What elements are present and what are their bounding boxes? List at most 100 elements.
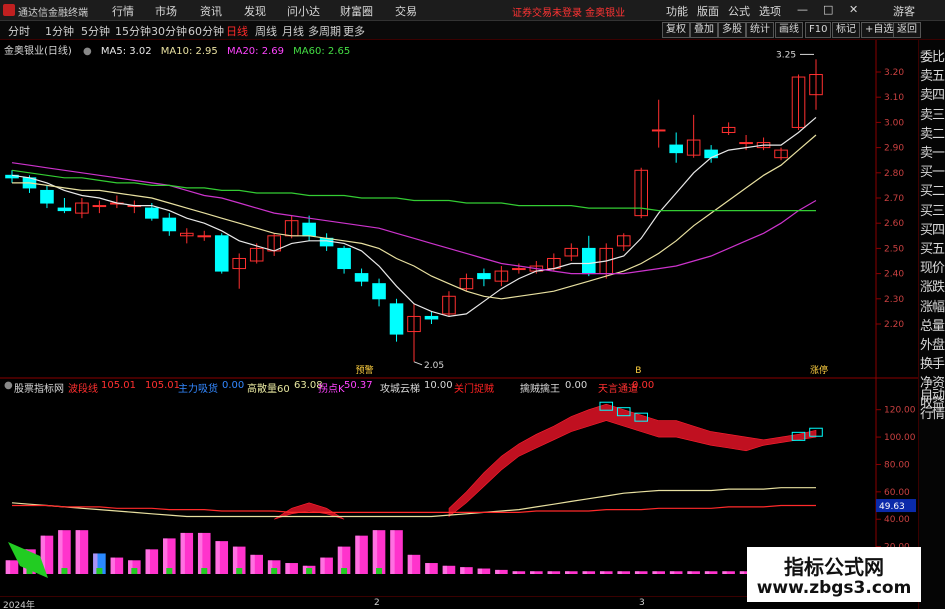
sidebar-item-4[interactable]: 卖二 [920, 123, 945, 142]
candle-body [354, 273, 369, 282]
volume-bar-highlight [582, 571, 587, 574]
candle-body [57, 207, 72, 212]
signal-marker: B [635, 366, 641, 376]
green-signal-block [131, 568, 138, 574]
volume-bar-highlight [215, 541, 220, 574]
candle-body [389, 303, 404, 335]
price-tick-label: 2.70 [884, 194, 904, 204]
indicator-wave-value: 105.01 [101, 380, 136, 391]
sidebar-item-11[interactable]: 现价 [920, 257, 945, 276]
indicator-settings-icon[interactable]: ● [4, 380, 13, 391]
price-tick-label: 2.40 [884, 270, 904, 280]
sidebar-item-10[interactable]: 买五 [920, 238, 945, 257]
price-axis: 3.20 3.10 3.00 2.90 2.80 2.70 2.60 2.50 2.40 2.30… [876, 68, 904, 330]
volume-bar-highlight [565, 571, 570, 574]
indicator-tick-label: 120.00 [884, 406, 916, 416]
volume-bar-highlight [460, 567, 465, 574]
indicator-capture-value: 0.00 [565, 380, 588, 391]
price-tick-label: 2.20 [884, 320, 904, 330]
sidebar-item-15[interactable]: 外盘 [920, 334, 945, 353]
volume-bar-highlight [652, 571, 657, 574]
volume-bar-highlight [197, 532, 203, 574]
candle-body [424, 315, 439, 320]
indicator-series [5, 401, 823, 578]
price-tick-label: 3.20 [884, 68, 904, 78]
candle-body [669, 144, 683, 154]
date-label-feb: 2 [374, 598, 380, 608]
green-signal-block [26, 568, 33, 574]
indicator-wave-value-2: 105.01 [145, 380, 180, 391]
date-label-year: 2024年 [3, 601, 35, 609]
moving-average-lines [11, 116, 817, 318]
volume-bar-highlight [250, 554, 255, 574]
volume-bar-highlight [495, 569, 500, 574]
volume-bar-highlight [617, 571, 622, 574]
price-annotations: 3.25 2.05 预警 B 涨停 [356, 50, 828, 376]
volume-bar-highlight [355, 535, 360, 574]
volume-bar-highlight [58, 530, 63, 574]
indicator-value-badge-text: 49.63 [879, 502, 905, 512]
volume-bar-highlight [407, 554, 413, 574]
signal-marker: 涨停 [810, 364, 828, 376]
price-tick-label: 2.30 [884, 295, 904, 305]
low-price-label: 2.05 [424, 361, 444, 371]
candle-body [651, 129, 666, 132]
indicator-absorb-value: 0.00 [222, 380, 245, 391]
price-tick-label: 2.60 [884, 219, 904, 229]
sidebar-item-6[interactable]: 买一 [920, 161, 945, 180]
volume-bar-highlight [285, 563, 290, 574]
ma-line-2 [11, 162, 817, 275]
ma-line-3 [11, 169, 816, 212]
volume-bar-highlight [634, 571, 640, 574]
green-signal-block [306, 568, 313, 574]
volume-bar-highlight [704, 571, 710, 574]
sidebar-item-16[interactable]: 换手 [920, 353, 945, 372]
candle-body [162, 217, 177, 232]
volume-bar-highlight [547, 571, 552, 574]
sidebar-item-9[interactable]: 买四 [920, 219, 945, 238]
green-signal-block [376, 568, 383, 574]
watermark-url: www.zbgs3.com [756, 578, 912, 598]
green-signal-block [61, 568, 68, 574]
indicator-line-1 [12, 504, 816, 514]
indicator-ladder-label: 攻城云梯 [380, 384, 420, 395]
indicator-capture-label: 擒贼擒王 [520, 384, 560, 395]
volume-bar-highlight [687, 571, 692, 574]
volume-bar-highlight [530, 571, 535, 574]
candle-body [477, 273, 491, 280]
indicator-name: 股票指标网 [14, 384, 64, 395]
volume-bar-highlight [512, 571, 517, 574]
sidebar-item-20[interactable]: 行情 [920, 403, 945, 422]
indicator-close-door-label: 关门捉贼 [454, 384, 494, 395]
chart-canvas[interactable]: 3.20 3.10 3.00 2.90 2.80 2.70 2.60 2.50 2.40 2.30… [0, 0, 918, 596]
sidebar-item-13[interactable]: 涨幅 [920, 296, 945, 315]
volume-bar-highlight [425, 563, 430, 574]
sidebar-item-0[interactable]: 委比 [920, 46, 945, 65]
sidebar-item-2[interactable]: 卖四 [920, 84, 945, 103]
candle-body [197, 235, 212, 238]
ma-line-1 [12, 134, 817, 300]
price-tick-label: 3.00 [884, 118, 904, 128]
candle-body [512, 268, 526, 271]
volume-bar-highlight [442, 565, 448, 574]
candle-body [214, 235, 229, 272]
quote-sidebar: 委比 卖五 卖四 卖三 卖二 卖一 买一 买二 买三 买四 买五 现价 涨跌 涨幅 总量 外盘 换手 净资 收益 自动… [918, 40, 945, 609]
candle-body [145, 207, 159, 219]
green-signal-block [341, 568, 348, 574]
sidebar-item-14[interactable]: 总量 [920, 315, 945, 334]
sidebar-item-3[interactable]: 卖三 [920, 104, 945, 123]
volume-bar-highlight [180, 532, 185, 574]
sidebar-item-1[interactable]: 卖五 [920, 65, 945, 84]
indicator-volume-label: 高散量60 [247, 384, 290, 395]
indicator-tick-label: 60.00 [884, 488, 910, 498]
volume-bar-highlight [5, 560, 11, 574]
volume-bar-highlight [722, 571, 727, 574]
sidebar-item-8[interactable]: 买三 [920, 200, 945, 219]
sidebar-item-5[interactable]: 卖一 [920, 142, 945, 161]
candle-body [739, 142, 753, 145]
signal-marker: 预警 [356, 364, 374, 376]
sidebar-item-12[interactable]: 涨跌 [920, 276, 945, 295]
sidebar-item-7[interactable]: 买二 [920, 180, 945, 199]
candle-body [704, 149, 718, 159]
sidebar-item-19[interactable]: 自动 [920, 384, 945, 403]
